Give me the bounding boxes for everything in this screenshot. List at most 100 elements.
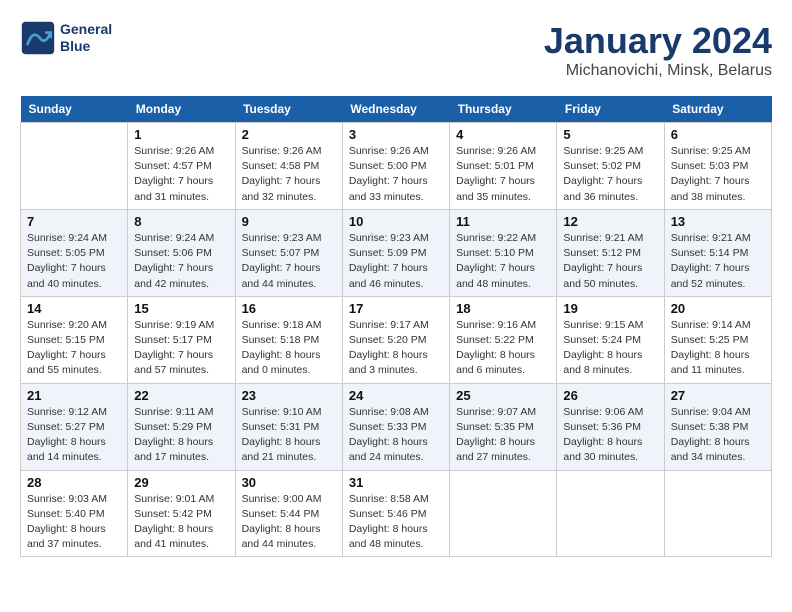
week-row-4: 21Sunrise: 9:12 AMSunset: 5:27 PMDayligh… <box>21 383 772 470</box>
day-number: 1 <box>134 127 228 142</box>
day-number: 29 <box>134 475 228 490</box>
day-number: 3 <box>349 127 443 142</box>
calendar-cell: 25 Sunrise: 9:07 AMSunset: 5:35 PMDayligh… <box>450 383 557 470</box>
day-info: Sunrise: 9:16 AMSunset: 5:22 PMDaylight:… <box>456 318 550 379</box>
day-info: Sunrise: 9:25 AMSunset: 5:02 PMDaylight:… <box>563 144 657 205</box>
day-info: Sunrise: 9:15 AMSunset: 5:24 PMDaylight:… <box>563 318 657 379</box>
calendar-cell: 6Sunrise: 9:25 AMSunset: 5:03 PMDaylight… <box>664 123 771 210</box>
day-info: Sunrise: 9:07 AMSunset: 5:35 PMDaylight:… <box>456 405 550 466</box>
calendar-cell: 7 Sunrise: 9:24 AMSunset: 5:05 PMDaylight… <box>21 209 128 296</box>
calendar-cell: 28 Sunrise: 9:03 AMSunset: 5:40 PMDayligh… <box>21 470 128 557</box>
day-number: 20 <box>671 301 765 316</box>
day-number: 22 <box>134 388 228 403</box>
day-number: 5 <box>563 127 657 142</box>
logo-line1: General <box>60 21 112 38</box>
calendar-cell: 22 Sunrise: 9:11 AMSunset: 5:29 PMDayligh… <box>128 383 235 470</box>
day-info: Sunrise: 9:26 AMSunset: 5:00 PMDaylight:… <box>349 144 443 205</box>
day-number: 23 <box>242 388 336 403</box>
day-number: 26 <box>563 388 657 403</box>
logo-icon <box>20 20 56 56</box>
calendar-cell: 20 Sunrise: 9:14 AMSunset: 5:25 PMDayligh… <box>664 296 771 383</box>
week-row-3: 14Sunrise: 9:20 AMSunset: 5:15 PMDayligh… <box>21 296 772 383</box>
calendar-cell: 4 Sunrise: 9:26 AMSunset: 5:01 PMDaylight… <box>450 123 557 210</box>
day-info: Sunrise: 9:26 AMSunset: 5:01 PMDaylight:… <box>456 144 550 205</box>
day-number: 25 <box>456 388 550 403</box>
calendar-cell: 29 Sunrise: 9:01 AMSunset: 5:42 PMDayligh… <box>128 470 235 557</box>
day-number: 10 <box>349 214 443 229</box>
day-info: Sunrise: 9:04 AMSunset: 5:38 PMDaylight:… <box>671 405 765 466</box>
weekday-thursday: Thursday <box>450 96 557 123</box>
day-info: Sunrise: 9:22 AMSunset: 5:10 PMDaylight:… <box>456 231 550 292</box>
day-info: Sunrise: 9:12 AMSunset: 5:27 PMDaylight:… <box>27 405 121 466</box>
calendar-cell <box>450 470 557 557</box>
logo-line2: Blue <box>60 38 112 55</box>
day-info: Sunrise: 8:58 AMSunset: 5:46 PMDaylight:… <box>349 492 443 553</box>
calendar-cell: 21Sunrise: 9:12 AMSunset: 5:27 PMDayligh… <box>21 383 128 470</box>
week-row-2: 7 Sunrise: 9:24 AMSunset: 5:05 PMDaylight… <box>21 209 772 296</box>
day-number: 28 <box>27 475 121 490</box>
day-number: 15 <box>134 301 228 316</box>
day-number: 27 <box>671 388 765 403</box>
day-info: Sunrise: 9:03 AMSunset: 5:40 PMDaylight:… <box>27 492 121 553</box>
day-number: 12 <box>563 214 657 229</box>
calendar-subtitle: Michanovichi, Minsk, Belarus <box>544 62 772 80</box>
day-info: Sunrise: 9:24 AMSunset: 5:05 PMDaylight:… <box>27 231 121 292</box>
day-number: 24 <box>349 388 443 403</box>
calendar-cell: 24 Sunrise: 9:08 AMSunset: 5:33 PMDayligh… <box>342 383 449 470</box>
day-info: Sunrise: 9:14 AMSunset: 5:25 PMDaylight:… <box>671 318 765 379</box>
weekday-tuesday: Tuesday <box>235 96 342 123</box>
day-number: 19 <box>563 301 657 316</box>
weekday-wednesday: Wednesday <box>342 96 449 123</box>
calendar-cell: 19 Sunrise: 9:15 AMSunset: 5:24 PMDayligh… <box>557 296 664 383</box>
day-info: Sunrise: 9:26 AMSunset: 4:58 PMDaylight:… <box>242 144 336 205</box>
weekday-sunday: Sunday <box>21 96 128 123</box>
calendar-cell: 17Sunrise: 9:17 AMSunset: 5:20 PMDayligh… <box>342 296 449 383</box>
day-number: 16 <box>242 301 336 316</box>
calendar-cell <box>664 470 771 557</box>
day-info: Sunrise: 9:20 AMSunset: 5:15 PMDaylight:… <box>27 318 121 379</box>
day-info: Sunrise: 9:00 AMSunset: 5:44 PMDaylight:… <box>242 492 336 553</box>
calendar-cell: 26 Sunrise: 9:06 AMSunset: 5:36 PMDayligh… <box>557 383 664 470</box>
day-info: Sunrise: 9:26 AMSunset: 4:57 PMDaylight:… <box>134 144 228 205</box>
calendar-cell: 5 Sunrise: 9:25 AMSunset: 5:02 PMDaylight… <box>557 123 664 210</box>
calendar-cell: 1 Sunrise: 9:26 AMSunset: 4:57 PMDaylight… <box>128 123 235 210</box>
day-number: 4 <box>456 127 550 142</box>
calendar-cell: 18 Sunrise: 9:16 AMSunset: 5:22 PMDayligh… <box>450 296 557 383</box>
title-block: January 2024 Michanovichi, Minsk, Belaru… <box>544 20 772 80</box>
logo: General Blue <box>20 20 112 56</box>
day-number: 7 <box>27 214 121 229</box>
calendar-cell: 11Sunrise: 9:22 AMSunset: 5:10 PMDayligh… <box>450 209 557 296</box>
day-number: 9 <box>242 214 336 229</box>
calendar-cell <box>21 123 128 210</box>
day-info: Sunrise: 9:19 AMSunset: 5:17 PMDaylight:… <box>134 318 228 379</box>
calendar-cell <box>557 470 664 557</box>
day-number: 31 <box>349 475 443 490</box>
day-number: 13 <box>671 214 765 229</box>
calendar-cell: 3 Sunrise: 9:26 AMSunset: 5:00 PMDaylight… <box>342 123 449 210</box>
weekday-friday: Friday <box>557 96 664 123</box>
day-info: Sunrise: 9:08 AMSunset: 5:33 PMDaylight:… <box>349 405 443 466</box>
day-info: Sunrise: 9:17 AMSunset: 5:20 PMDaylight:… <box>349 318 443 379</box>
calendar-cell: 8Sunrise: 9:24 AMSunset: 5:06 PMDaylight… <box>128 209 235 296</box>
calendar-cell: 16 Sunrise: 9:18 AMSunset: 5:18 PMDayligh… <box>235 296 342 383</box>
week-row-5: 28 Sunrise: 9:03 AMSunset: 5:40 PMDayligh… <box>21 470 772 557</box>
weekday-header-row: SundayMondayTuesdayWednesdayThursdayFrid… <box>21 96 772 123</box>
weekday-saturday: Saturday <box>664 96 771 123</box>
page-header: General Blue January 2024 Michanovichi, … <box>20 20 772 80</box>
calendar-cell: 31 Sunrise: 8:58 AMSunset: 5:46 PMDayligh… <box>342 470 449 557</box>
day-info: Sunrise: 9:21 AMSunset: 5:14 PMDaylight:… <box>671 231 765 292</box>
day-info: Sunrise: 9:23 AMSunset: 5:09 PMDaylight:… <box>349 231 443 292</box>
day-info: Sunrise: 9:11 AMSunset: 5:29 PMDaylight:… <box>134 405 228 466</box>
calendar-title: January 2024 <box>544 20 772 62</box>
day-info: Sunrise: 9:06 AMSunset: 5:36 PMDaylight:… <box>563 405 657 466</box>
week-row-1: 1 Sunrise: 9:26 AMSunset: 4:57 PMDaylight… <box>21 123 772 210</box>
day-number: 2 <box>242 127 336 142</box>
calendar-cell: 27 Sunrise: 9:04 AMSunset: 5:38 PMDayligh… <box>664 383 771 470</box>
day-info: Sunrise: 9:18 AMSunset: 5:18 PMDaylight:… <box>242 318 336 379</box>
day-number: 18 <box>456 301 550 316</box>
day-info: Sunrise: 9:01 AMSunset: 5:42 PMDaylight:… <box>134 492 228 553</box>
calendar-cell: 23Sunrise: 9:10 AMSunset: 5:31 PMDayligh… <box>235 383 342 470</box>
calendar-cell: 14Sunrise: 9:20 AMSunset: 5:15 PMDayligh… <box>21 296 128 383</box>
weekday-monday: Monday <box>128 96 235 123</box>
calendar-cell: 12Sunrise: 9:21 AMSunset: 5:12 PMDayligh… <box>557 209 664 296</box>
